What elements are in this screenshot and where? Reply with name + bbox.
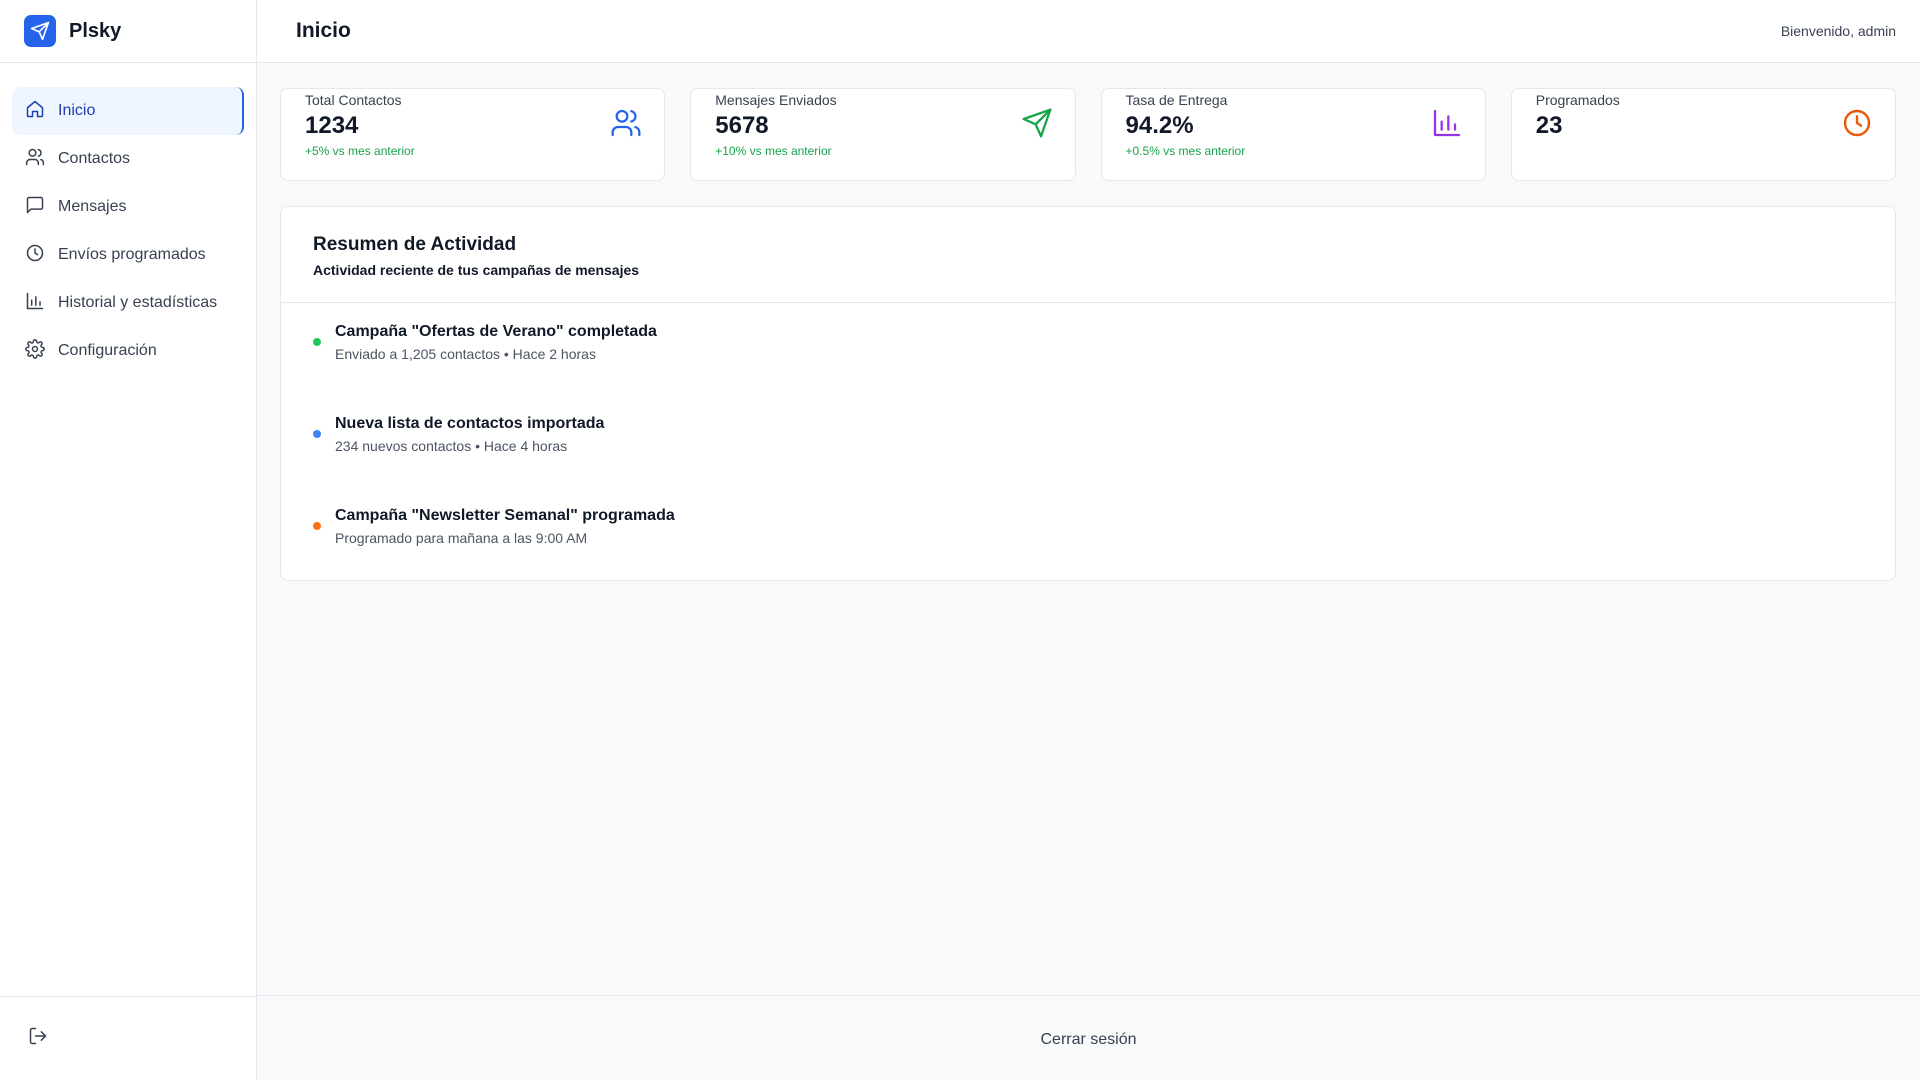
sidebar-item-label: Envíos programados [58,246,206,263]
activity-header: Resumen de Actividad Actividad reciente … [281,207,1895,303]
stat-label: Total Contactos [305,92,402,108]
users-icon [25,147,45,172]
page-title: Inicio [296,19,351,42]
stat-card-mensajes-enviados: Mensajes Enviados 5678 +10% vs mes anter… [690,88,1076,181]
status-dot [313,430,321,438]
activity-list: Campaña "Ofertas de Verano" completada E… [281,303,1895,599]
brand-name: Plsky [69,19,122,42]
stat-card-programados: Programados 23 [1510,88,1896,181]
list-item: Campaña "Ofertas de Verano" completada E… [313,323,1863,415]
activity-item-title: Campaña "Newsletter Semanal" programada [335,507,675,524]
status-dot [313,522,321,530]
stat-card-tasa-entrega: Tasa de Entrega 94.2% +0.5% vs mes anter… [1100,88,1486,181]
activity-item-meta: 234 nuevos contactos • Hace 4 horas [335,438,568,454]
home-icon [25,99,45,124]
clock-icon [1841,107,1873,144]
welcome-text: Bienvenido, admin [1780,23,1896,39]
logout-button[interactable]: Cerrar sesión [1040,1031,1136,1049]
activity-card: Resumen de Actividad Actividad reciente … [280,206,1896,581]
status-dot [313,338,321,346]
sidebar-item-label: Mensajes [58,198,127,215]
sidebar-item-label: Contactos [58,150,131,167]
stat-label: Programados [1535,92,1620,108]
gear-icon [25,338,45,364]
stat-value: 94.2% [1125,112,1194,139]
message-icon [25,195,45,220]
list-item: Nueva lista de contactos importada 234 n… [313,415,1863,507]
stat-value: 1234 [305,112,359,139]
clock-icon [25,243,45,268]
logout-icon[interactable] [28,1026,48,1051]
activity-subtitle: Actividad reciente de tus campañas de me… [313,262,640,278]
activity-item-title: Nueva lista de contactos importada [335,415,605,432]
send-icon [24,15,56,47]
sidebar-item-label: Configuración [58,342,157,359]
stats-row: Total Contactos 1234 +5% vs mes anterior… [280,88,1896,181]
list-item: Campaña "Newsletter Semanal" programada … [313,507,1863,599]
brand: Plsky [0,0,256,63]
activity-item-meta: Programado para mañana a las 9:00 AM [335,530,588,546]
stat-trend: +5% vs mes anterior [305,144,415,158]
activity-title: Resumen de Actividad [313,234,517,255]
users-icon [610,107,642,144]
activity-item-title: Campaña "Ofertas de Verano" completada [335,323,657,340]
stat-card-total-contactos: Total Contactos 1234 +5% vs mes anterior [280,88,666,181]
sidebar-item-historial[interactable]: Historial y estadísticas [12,279,244,327]
send-icon [1021,107,1053,144]
sidebar: Plsky Inicio Contactos Mensajes Envíos p… [0,0,257,1080]
sidebar-item-contactos[interactable]: Contactos [12,135,244,183]
activity-item-meta: Enviado a 1,205 contactos • Hace 2 horas [335,346,596,362]
sidebar-item-envios-programados[interactable]: Envíos programados [12,231,244,279]
stat-value: 5678 [715,112,769,139]
stat-trend: +0.5% vs mes anterior [1125,144,1246,158]
sidebar-item-configuracion[interactable]: Configuración [12,327,244,375]
topbar: Inicio Bienvenido, admin [257,0,1920,63]
stat-label: Mensajes Enviados [715,92,837,108]
stat-value: 23 [1535,112,1563,139]
bar-chart-icon [1431,107,1463,144]
sidebar-item-label: Historial y estadísticas [58,294,218,311]
stat-trend: +10% vs mes anterior [715,144,832,158]
stat-label: Tasa de Entrega [1125,92,1228,108]
sidebar-item-mensajes[interactable]: Mensajes [12,183,244,231]
bottom-bar: Cerrar sesión [257,995,1920,1080]
bar-chart-icon [25,291,45,316]
sidebar-footer [0,996,256,1080]
sidebar-item-label: Inicio [58,102,96,119]
sidebar-item-inicio[interactable]: Inicio [12,87,244,135]
sidebar-nav: Inicio Contactos Mensajes Envíos program… [0,63,256,375]
